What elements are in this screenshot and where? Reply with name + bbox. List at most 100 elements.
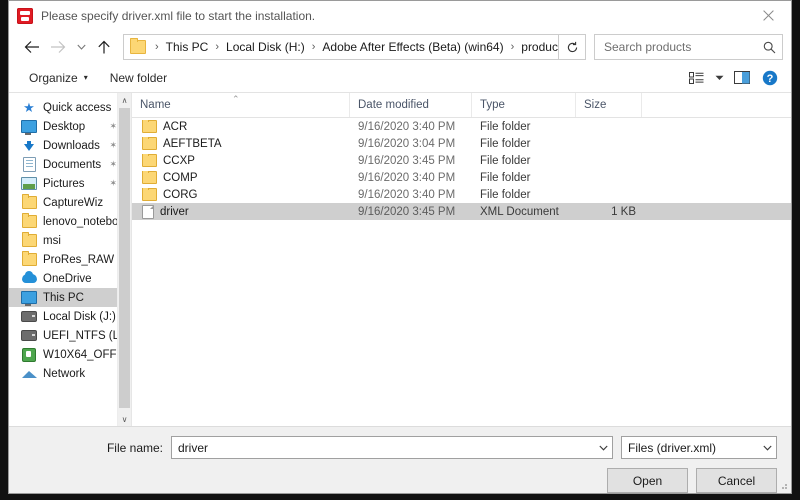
scroll-up-icon[interactable]: ∧ (118, 93, 131, 107)
file-type-filter[interactable]: Files (driver.xml) (621, 436, 777, 459)
open-button[interactable]: Open (607, 468, 688, 493)
sidebar-scrollbar[interactable]: ∧ ∨ (117, 93, 131, 426)
file-name-cell: COMP (132, 171, 350, 184)
file-name-label: CORG (163, 188, 198, 201)
refresh-icon[interactable] (559, 34, 586, 60)
breadcrumb-separator: › (215, 41, 220, 53)
folder-icon (21, 251, 37, 268)
search-input[interactable]: Search products (594, 34, 783, 60)
pin-icon[interactable]: ✶ (109, 159, 117, 170)
column-header-date[interactable]: Date modified (350, 93, 472, 117)
up-icon[interactable] (91, 34, 117, 60)
drive-icon (21, 328, 37, 344)
scroll-down-icon[interactable]: ∨ (118, 412, 131, 426)
sidebar-item-label: UEFI_NTFS (L:) (43, 329, 127, 342)
dialog-body: ★ Quick access Desktop ✶ Downloads ✶ Documents… (9, 93, 791, 426)
table-row[interactable]: CORG 9/16/2020 3:40 PM File folder (132, 186, 791, 203)
toolbar-right-group: ? (683, 67, 783, 89)
sidebar-item-prores-raw[interactable]: ProRes_RAW (9, 250, 131, 269)
breadcrumb-item-products[interactable]: products (519, 40, 558, 54)
column-header-type[interactable]: Type (472, 93, 576, 117)
folder-icon (21, 213, 37, 230)
usb-drive-icon (21, 347, 37, 363)
breadcrumb-item-local-disk[interactable]: Local Disk (H:) (224, 40, 307, 54)
adobe-app-icon (17, 7, 33, 24)
file-type-cell: File folder (480, 171, 531, 184)
desktop-background: Please specify driver.xml file to start … (0, 0, 800, 500)
file-type-cell: File folder (480, 120, 531, 133)
filename-input[interactable]: driver (171, 436, 613, 459)
resize-grip[interactable] (778, 480, 788, 490)
breadcrumb-item-adobe-after-effects[interactable]: Adobe After Effects (Beta) (win64) (320, 40, 505, 54)
table-row[interactable]: COMP 9/16/2020 3:40 PM File folder (132, 169, 791, 186)
view-dropdown-icon[interactable] (711, 67, 727, 89)
file-name-label: CCXP (163, 154, 195, 167)
table-row[interactable]: driver 9/16/2020 3:45 PM XML Document 1 KB (132, 203, 791, 220)
sidebar-item-label: Network (43, 367, 86, 380)
close-icon[interactable] (746, 1, 791, 29)
pin-icon[interactable]: ✶ (109, 178, 117, 189)
sidebar-list: ★ Quick access Desktop ✶ Downloads ✶ Documents… (9, 93, 131, 383)
table-row[interactable]: AEFTBETA 9/16/2020 3:04 PM File folder (132, 135, 791, 152)
sidebar-item-this-pc[interactable]: This PC (9, 288, 131, 307)
file-name-cell: CCXP (132, 154, 350, 167)
sidebar-item-downloads[interactable]: Downloads ✶ (9, 136, 131, 155)
file-type-filter-value: Files (driver.xml) (628, 440, 717, 455)
svg-text:?: ? (767, 73, 774, 85)
sidebar-item-desktop[interactable]: Desktop ✶ (9, 117, 131, 136)
chevron-down-icon[interactable] (758, 445, 776, 451)
dialog-footer: File name: driver Files (driver.xml) Ope… (9, 426, 791, 493)
sidebar-item-capturewiz[interactable]: CaptureWiz (9, 193, 131, 212)
breadcrumb-item-this-pc[interactable]: This PC (164, 40, 211, 54)
back-icon[interactable] (19, 34, 45, 60)
drive-icon (21, 309, 37, 325)
help-icon[interactable]: ? (757, 67, 783, 89)
file-name-cell: AEFTBETA (132, 137, 350, 150)
preview-pane-icon[interactable] (729, 67, 755, 89)
address-bar[interactable]: › This PC › Local Disk (H:) › Adobe Afte… (123, 34, 559, 60)
sidebar-item-network[interactable]: Network (9, 364, 131, 383)
file-list-pane: Name ⌃ Date modified Type Size ACR 9/16/2… (131, 93, 791, 426)
sidebar-item-label: OneDrive (43, 272, 92, 285)
file-type-cell: File folder (480, 137, 531, 150)
sidebar-item-label: CaptureWiz (43, 196, 104, 209)
new-folder-button[interactable]: New folder (104, 69, 173, 87)
navigation-bar: › This PC › Local Disk (H:) › Adobe Afte… (9, 31, 791, 63)
table-row[interactable]: CCXP 9/16/2020 3:45 PM File folder (132, 152, 791, 169)
column-header-name[interactable]: Name ⌃ (132, 93, 350, 117)
column-header-size[interactable]: Size (576, 93, 642, 117)
xml-file-icon (142, 204, 154, 219)
organize-button[interactable]: Organize ▾ (23, 69, 94, 87)
file-name-label: AEFTBETA (163, 137, 222, 150)
file-date-cell: 9/16/2020 3:40 PM (358, 188, 456, 201)
sidebar-item-label: Pictures (43, 177, 85, 190)
sidebar-item-quick-access[interactable]: ★ Quick access (9, 98, 131, 117)
file-type-cell: File folder (480, 154, 531, 167)
table-row[interactable]: ACR 9/16/2020 3:40 PM File folder (132, 118, 791, 135)
file-date-cell: 9/16/2020 3:40 PM (358, 171, 456, 184)
sidebar-item-label: lenovo_noteboo (43, 215, 125, 228)
view-options-icon[interactable] (683, 67, 709, 89)
cancel-button[interactable]: Cancel (696, 468, 777, 493)
sidebar-item-pictures[interactable]: Pictures ✶ (9, 174, 131, 193)
sidebar-item-documents[interactable]: Documents ✶ (9, 155, 131, 174)
recent-locations-icon[interactable] (71, 34, 91, 60)
folder-icon (142, 137, 157, 150)
scrollbar-thumb[interactable] (119, 108, 130, 408)
file-date-cell: 9/16/2020 3:04 PM (358, 137, 456, 150)
sidebar-item-lenovo-noteboo[interactable]: lenovo_noteboo (9, 212, 131, 231)
pin-icon[interactable]: ✶ (109, 140, 117, 151)
sidebar-item-label: ProRes_RAW (43, 253, 115, 266)
network-icon (21, 366, 37, 382)
sidebar-item-onedrive[interactable]: OneDrive (9, 269, 131, 288)
sidebar-item-msi[interactable]: msi (9, 231, 131, 250)
folder-icon (142, 154, 157, 167)
sidebar-item-w10x64-off19-en[interactable]: W10X64_OFF19_EN (9, 345, 131, 364)
sidebar-item-local-disk-j[interactable]: Local Disk (J:) (9, 307, 131, 326)
file-name-cell: driver (132, 204, 350, 219)
chevron-down-icon[interactable] (595, 438, 612, 457)
folder-icon (142, 171, 157, 184)
sidebar-item-uefi-ntfs-l[interactable]: UEFI_NTFS (L:) (9, 326, 131, 345)
search-icon (763, 41, 776, 54)
pin-icon[interactable]: ✶ (109, 121, 117, 132)
